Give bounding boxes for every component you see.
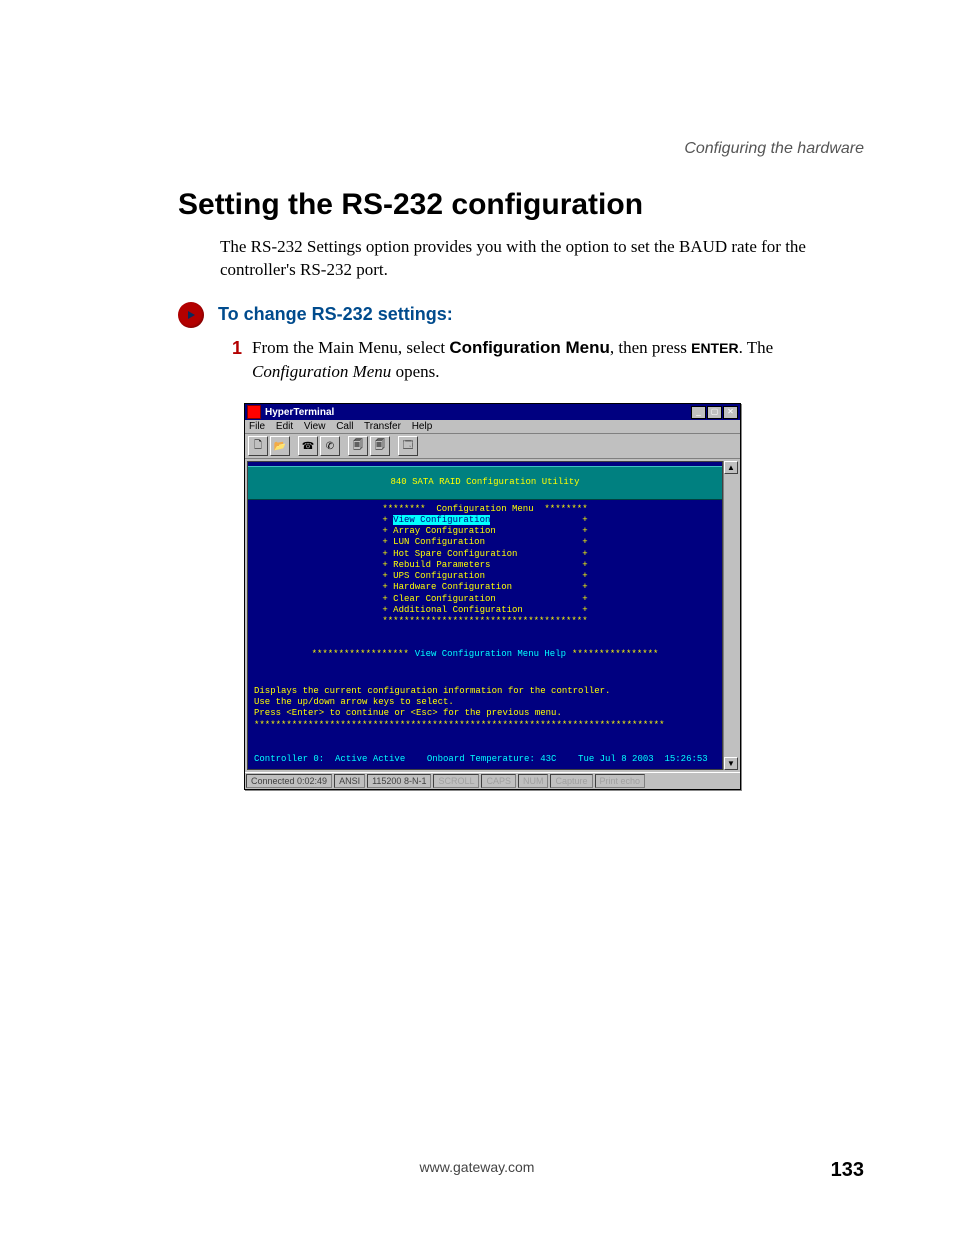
menu-view[interactable]: View xyxy=(304,421,326,432)
toolbar-open-icon[interactable]: 📂 xyxy=(270,436,290,456)
toolbar-new-icon[interactable]: 🗋 xyxy=(248,436,268,456)
toolbar-disconnect-icon[interactable]: ✆ xyxy=(320,436,340,456)
menu-item-lun[interactable]: + LUN Configuration + xyxy=(382,537,587,548)
menu-call[interactable]: Call xyxy=(336,421,353,432)
configuration-menu: + View Configuration + + Array Configura… xyxy=(382,515,587,616)
window-title: HyperTerminal xyxy=(265,407,334,418)
toolbar-send-icon[interactable]: 🗐 xyxy=(348,436,368,456)
menu-item-hardware[interactable]: + Hardware Configuration + xyxy=(382,582,587,593)
status-num: NUM xyxy=(518,774,549,788)
page-title: Setting the RS-232 configuration xyxy=(178,188,874,222)
status-capture: Capture xyxy=(550,774,592,788)
vertical-scrollbar[interactable]: ▲ ▼ xyxy=(723,461,738,770)
status-connected: Connected 0:02:49 xyxy=(246,774,332,788)
page-footer: www.gateway.com 133 xyxy=(0,1159,954,1175)
terminal-area: 840 SATA RAID Configuration Utility ****… xyxy=(247,461,723,770)
toolbar: 🗋 📂 ☎ ✆ 🗐 🗐 🗔 xyxy=(245,434,740,459)
menu-footer-line: ************************************** xyxy=(248,616,722,627)
window-titlebar: HyperTerminal _ ▢ ✕ xyxy=(245,404,740,420)
scroll-down-icon[interactable]: ▼ xyxy=(724,757,738,770)
step-text: From the Main Menu, select Configuration… xyxy=(252,336,854,384)
footer-url: www.gateway.com xyxy=(420,1159,535,1175)
status-scroll: SCROLL xyxy=(433,774,479,788)
hyperterminal-window: HyperTerminal _ ▢ ✕ File Edit View Call … xyxy=(244,403,741,790)
step-1: 1 From the Main Menu, select Configurati… xyxy=(228,336,854,384)
terminal-banner: 840 SATA RAID Configuration Utility xyxy=(248,466,722,499)
close-button[interactable]: ✕ xyxy=(723,406,738,419)
status-emulation: ANSI xyxy=(334,774,365,788)
toolbar-properties-icon[interactable]: 🗔 xyxy=(398,436,418,456)
procedure-heading: To change RS-232 settings: xyxy=(178,302,874,328)
menu-item-addl[interactable]: + Additional Configuration + xyxy=(382,605,587,616)
menu-item-view[interactable]: + View Configuration + xyxy=(382,515,587,526)
terminal-status-line: Controller 0: Active Active Onboard Temp… xyxy=(248,754,722,765)
maximize-button[interactable]: ▢ xyxy=(707,406,722,419)
step-number: 1 xyxy=(228,336,242,384)
status-caps: CAPS xyxy=(481,774,516,788)
menu-item-ups[interactable]: + UPS Configuration + xyxy=(382,571,587,582)
menu-transfer[interactable]: Transfer xyxy=(364,421,401,432)
window-statusbar: Connected 0:02:49 ANSI 115200 8-N-1 SCRO… xyxy=(245,772,740,789)
toolbar-connect-icon[interactable]: ☎ xyxy=(298,436,318,456)
menu-header-line: ******** Configuration Menu ******** xyxy=(248,504,722,515)
menu-item-hotspare[interactable]: + Hot Spare Configuration + xyxy=(382,549,587,560)
menu-file[interactable]: File xyxy=(249,421,265,432)
footer-page-number: 133 xyxy=(831,1159,864,1182)
help-title-row: ****************** View Configuration Me… xyxy=(248,649,722,660)
status-line-settings: 115200 8-N-1 xyxy=(367,774,431,788)
help-text: Displays the current configuration infor… xyxy=(248,675,722,743)
procedure-title: To change RS-232 settings: xyxy=(218,304,453,325)
toolbar-receive-icon[interactable]: 🗐 xyxy=(370,436,390,456)
menu-item-clear[interactable]: + Clear Configuration + xyxy=(382,594,587,605)
intro-paragraph: The RS-232 Settings option provides you … xyxy=(220,236,854,282)
scroll-up-icon[interactable]: ▲ xyxy=(724,461,738,474)
menu-item-rebuild[interactable]: + Rebuild Parameters + xyxy=(382,560,587,571)
menubar: File Edit View Call Transfer Help xyxy=(245,420,740,434)
arrow-icon xyxy=(178,302,204,328)
running-header: Configuring the hardware xyxy=(80,140,874,158)
menu-item-array[interactable]: + Array Configuration + xyxy=(382,526,587,537)
menu-edit[interactable]: Edit xyxy=(276,421,293,432)
minimize-button[interactable]: _ xyxy=(691,406,706,419)
app-icon xyxy=(247,405,261,419)
status-printecho: Print echo xyxy=(595,774,646,788)
menu-help[interactable]: Help xyxy=(412,421,433,432)
